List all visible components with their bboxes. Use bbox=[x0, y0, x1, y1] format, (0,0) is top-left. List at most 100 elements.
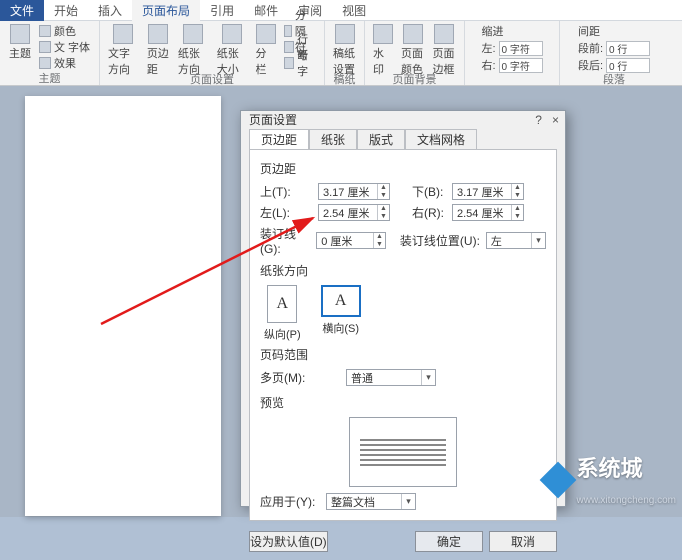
top-label: 上(T): bbox=[260, 183, 312, 200]
tab-page-layout[interactable]: 页面布局 bbox=[132, 0, 200, 21]
ok-button[interactable]: 确定 bbox=[415, 531, 483, 552]
gutter-label: 装订线(G): bbox=[260, 225, 310, 256]
group-theme: 主题 颜色 文 字体 效果 主题 bbox=[0, 21, 100, 85]
ribbon: 文件 开始 插入 页面布局 引用 邮件 审阅 视图 主题 颜色 文 字体 效果 … bbox=[0, 0, 682, 86]
landscape-icon: A bbox=[335, 292, 347, 310]
fonts-icon bbox=[39, 41, 51, 53]
spacing-before-label: 段前: bbox=[578, 40, 603, 56]
breaks-icon bbox=[284, 25, 292, 37]
colors-button[interactable]: 颜色 bbox=[37, 23, 92, 38]
help-icon[interactable]: ? bbox=[535, 113, 542, 127]
size-icon bbox=[222, 24, 242, 44]
spinner-arrows[interactable]: ▲▼ bbox=[377, 184, 389, 199]
tab-insert[interactable]: 插入 bbox=[88, 0, 132, 21]
tab-home[interactable]: 开始 bbox=[44, 0, 88, 21]
size-button[interactable]: 纸张大小 bbox=[215, 23, 250, 78]
gutter-pos-combo[interactable]: 左▾ bbox=[486, 232, 546, 249]
bottom-input[interactable]: 3.17 厘米▲▼ bbox=[452, 183, 524, 200]
multi-page-combo[interactable]: 普通▾ bbox=[346, 369, 436, 386]
group-page-setup: 文字方向 页边距 纸张方向 纸张大小 分栏 分隔符 行号 断字 页面设置 bbox=[100, 21, 325, 85]
cancel-button[interactable]: 取消 bbox=[489, 531, 557, 552]
themes-icon bbox=[10, 24, 30, 44]
themes-label: 主题 bbox=[9, 45, 31, 61]
right-input[interactable]: 2.54 厘米▲▼ bbox=[452, 204, 524, 221]
ribbon-tabs: 文件 开始 插入 页面布局 引用 邮件 审阅 视图 bbox=[0, 0, 682, 21]
dtab-paper[interactable]: 纸张 bbox=[309, 129, 357, 150]
spacing-before-input[interactable]: 0 行 bbox=[606, 41, 650, 56]
tab-references[interactable]: 引用 bbox=[200, 0, 244, 21]
group-manuscript: 稿纸设置 稿纸 bbox=[325, 21, 365, 85]
page-setup-dialog: 页面设置 ? × 页边距 纸张 版式 文档网格 页边距 上(T): 3.17 厘… bbox=[240, 110, 566, 507]
right-label: 右(R): bbox=[412, 204, 446, 221]
effects-button[interactable]: 效果 bbox=[37, 55, 92, 70]
margins-section-label: 页边距 bbox=[260, 160, 546, 177]
tab-view[interactable]: 视图 bbox=[332, 0, 376, 21]
tab-file[interactable]: 文件 bbox=[0, 0, 44, 21]
multi-page-label: 多页(M): bbox=[260, 369, 312, 386]
orientation-group: A 纵向(P) A 横向(S) bbox=[264, 285, 546, 342]
dialog-footer: 设为默认值(D) 确定 取消 bbox=[241, 527, 565, 560]
brand-url: www.xitongcheng.com bbox=[577, 495, 677, 506]
indent-left-label: 左: bbox=[481, 40, 495, 56]
dtab-margins[interactable]: 页边距 bbox=[249, 129, 309, 150]
close-icon[interactable]: × bbox=[552, 113, 559, 127]
dtab-grid[interactable]: 文档网格 bbox=[405, 129, 477, 150]
bottom-label: 下(B): bbox=[412, 183, 446, 200]
watermark-icon bbox=[373, 24, 393, 44]
manuscript-button[interactable]: 稿纸设置 bbox=[331, 23, 358, 78]
dialog-body: 页边距 上(T): 3.17 厘米▲▼ 下(B): 3.17 厘米▲▼ 左(L)… bbox=[249, 149, 557, 521]
manuscript-icon bbox=[335, 24, 355, 44]
portrait-option[interactable]: A 纵向(P) bbox=[264, 285, 301, 342]
left-input[interactable]: 2.54 厘米▲▼ bbox=[318, 204, 390, 221]
effects-icon bbox=[39, 57, 51, 69]
themes-button[interactable]: 主题 bbox=[7, 23, 33, 62]
group-indent: 缩进 左:0 字符 右:0 字符 bbox=[465, 21, 560, 85]
page-color-icon bbox=[403, 24, 423, 44]
margins-button[interactable]: 页边距 bbox=[145, 23, 172, 78]
site-watermark: 系统城 www.xitongcheng.com bbox=[545, 451, 677, 509]
tab-mailings[interactable]: 邮件 bbox=[244, 0, 288, 21]
landscape-label: 横向(S) bbox=[322, 320, 359, 336]
chevron-down-icon: ▾ bbox=[421, 370, 435, 385]
apply-label: 应用于(Y): bbox=[260, 493, 320, 510]
orientation-icon bbox=[183, 24, 203, 44]
orientation-button[interactable]: 纸张方向 bbox=[176, 23, 211, 78]
set-default-button[interactable]: 设为默认值(D) bbox=[249, 531, 328, 552]
hyphenation-button[interactable]: 断字 bbox=[282, 55, 318, 70]
landscape-option[interactable]: A 横向(S) bbox=[321, 285, 361, 342]
portrait-icon: A bbox=[277, 295, 289, 313]
page-border-button[interactable]: 页面边框 bbox=[431, 23, 459, 78]
document-page[interactable] bbox=[25, 96, 221, 516]
hyphenation-icon bbox=[284, 57, 295, 69]
preview-section-label: 预览 bbox=[260, 394, 546, 411]
top-input[interactable]: 3.17 厘米▲▼ bbox=[318, 183, 390, 200]
gutter-pos-label: 装订线位置(U): bbox=[400, 232, 480, 249]
left-label: 左(L): bbox=[260, 204, 312, 221]
group-spacing: 间距 段前:0 行 段后:0 行 段落 bbox=[560, 21, 668, 85]
colors-icon bbox=[39, 25, 51, 37]
spacing-head: 间距 bbox=[578, 23, 600, 39]
brand-text: 系统城 bbox=[577, 456, 643, 481]
line-numbers-icon bbox=[284, 41, 295, 53]
dialog-titlebar[interactable]: 页面设置 ? × bbox=[241, 111, 565, 128]
chevron-down-icon: ▾ bbox=[531, 233, 545, 248]
dialog-tabs: 页边距 纸张 版式 文档网格 bbox=[241, 128, 565, 149]
logo-icon bbox=[539, 462, 576, 499]
gutter-input[interactable]: 0 厘米▲▼ bbox=[316, 232, 386, 249]
fonts-button[interactable]: 文 字体 bbox=[37, 39, 92, 54]
indent-left-input[interactable]: 0 字符 bbox=[499, 41, 543, 56]
page-range-section-label: 页码范围 bbox=[260, 346, 546, 363]
text-direction-icon bbox=[113, 24, 133, 44]
dtab-layout[interactable]: 版式 bbox=[357, 129, 405, 150]
watermark-button[interactable]: 水印 bbox=[371, 23, 395, 78]
orientation-section-label: 纸张方向 bbox=[260, 262, 546, 279]
chevron-down-icon: ▾ bbox=[401, 494, 415, 509]
page-border-icon bbox=[434, 24, 454, 44]
portrait-label: 纵向(P) bbox=[264, 326, 301, 342]
ribbon-body: 主题 颜色 文 字体 效果 主题 文字方向 页边距 纸张方向 纸张大小 分栏 分… bbox=[0, 21, 682, 86]
apply-combo[interactable]: 整篇文档▾ bbox=[326, 493, 416, 510]
page-color-button[interactable]: 页面颜色 bbox=[399, 23, 427, 78]
text-direction-button[interactable]: 文字方向 bbox=[106, 23, 141, 78]
columns-button[interactable]: 分栏 bbox=[254, 23, 278, 78]
margins-icon bbox=[148, 24, 168, 44]
